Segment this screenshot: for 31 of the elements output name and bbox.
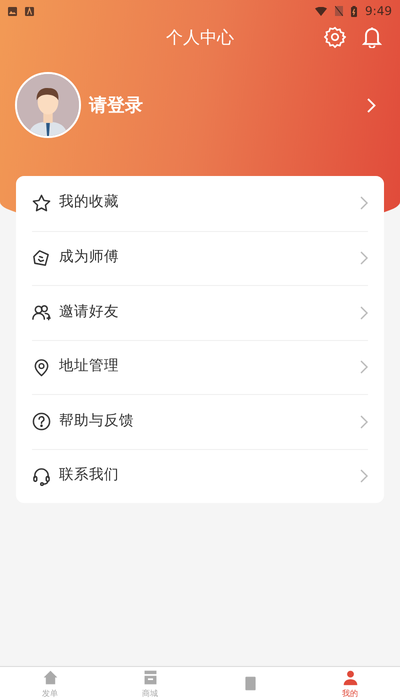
headset-icon	[32, 466, 51, 486]
page-title: 个人中心	[166, 28, 234, 48]
text-icon	[25, 6, 34, 16]
chevron-right-icon[interactable]	[360, 414, 368, 429]
tab-label[interactable]: 我的	[342, 690, 358, 698]
help-icon	[32, 412, 51, 432]
chevron-right-icon[interactable]	[360, 469, 368, 484]
chevron-right-icon[interactable]	[360, 251, 368, 266]
person-icon[interactable]	[342, 669, 358, 686]
menu-item-label[interactable]: 我的收藏	[59, 192, 352, 214]
chevron-right-icon[interactable]	[360, 306, 368, 320]
image-icon	[8, 6, 17, 16]
status-time: 9:49	[365, 3, 392, 20]
menu-item-label[interactable]: 帮助与反馈	[59, 410, 352, 433]
chevron-right-icon[interactable]	[360, 360, 368, 374]
battery-icon	[351, 6, 358, 16]
menu-item-label[interactable]: 联系我们	[59, 465, 352, 488]
location-pin-icon	[32, 358, 51, 377]
tag-icon	[32, 248, 51, 268]
chevron-right-icon[interactable]	[360, 196, 368, 210]
menu-item-label[interactable]: 成为师傅	[59, 247, 352, 270]
menu-item-label[interactable]: 邀请好友	[59, 302, 352, 324]
wifi-icon	[315, 6, 328, 16]
menu-item-label[interactable]: 地址管理	[59, 356, 352, 378]
store-icon[interactable]	[142, 669, 158, 686]
no-sim-icon	[335, 6, 344, 16]
star-icon	[32, 194, 51, 213]
home-icon[interactable]	[42, 669, 58, 686]
notification-icon[interactable]	[362, 26, 382, 48]
people-icon	[32, 303, 51, 322]
settings-icon[interactable]	[324, 26, 346, 48]
